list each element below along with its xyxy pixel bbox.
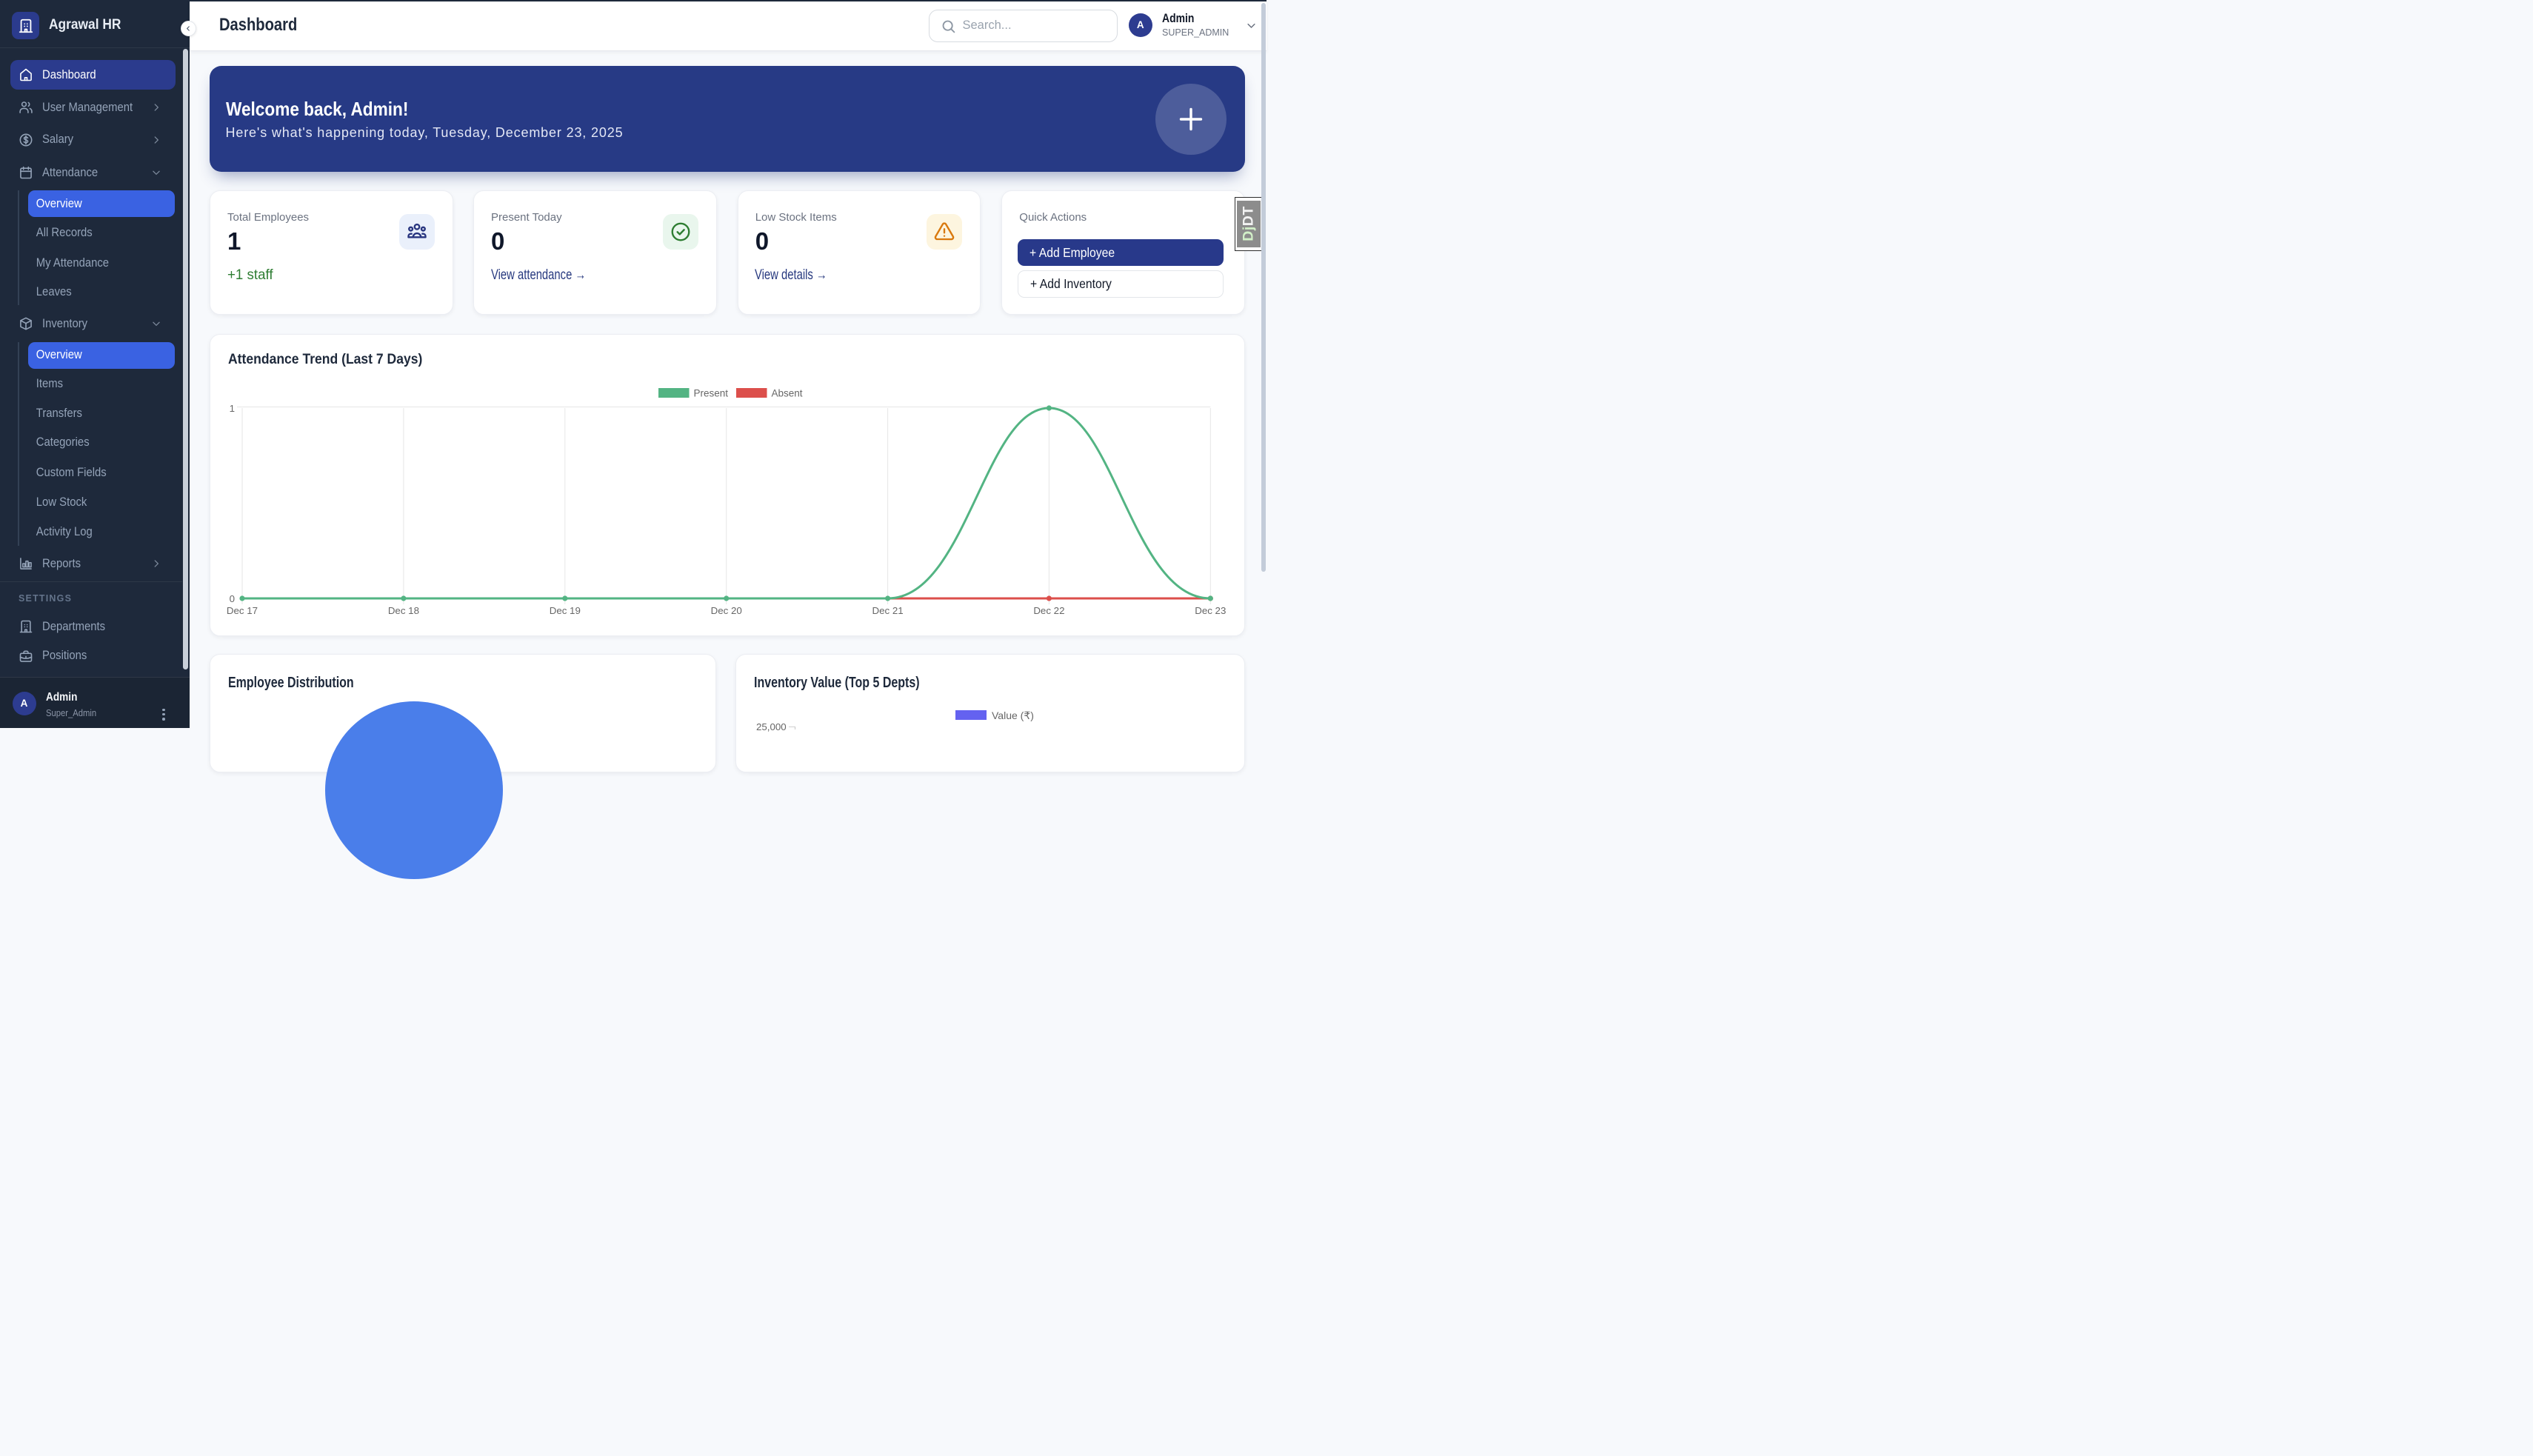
svg-text:0: 0	[230, 593, 235, 604]
svg-text:Dec 18: Dec 18	[388, 605, 419, 616]
svg-text:Dec 23: Dec 23	[1195, 605, 1226, 616]
svg-text:Present: Present	[694, 388, 729, 399]
svg-text:1: 1	[230, 403, 235, 414]
svg-text:Dec 21: Dec 21	[872, 605, 904, 616]
svg-text:Dec 22: Dec 22	[1033, 605, 1064, 616]
svg-text:Dec 17: Dec 17	[227, 605, 258, 616]
svg-text:Dec 20: Dec 20	[711, 605, 742, 616]
svg-text:Absent: Absent	[772, 388, 803, 399]
svg-text:Dec 19: Dec 19	[550, 605, 581, 616]
